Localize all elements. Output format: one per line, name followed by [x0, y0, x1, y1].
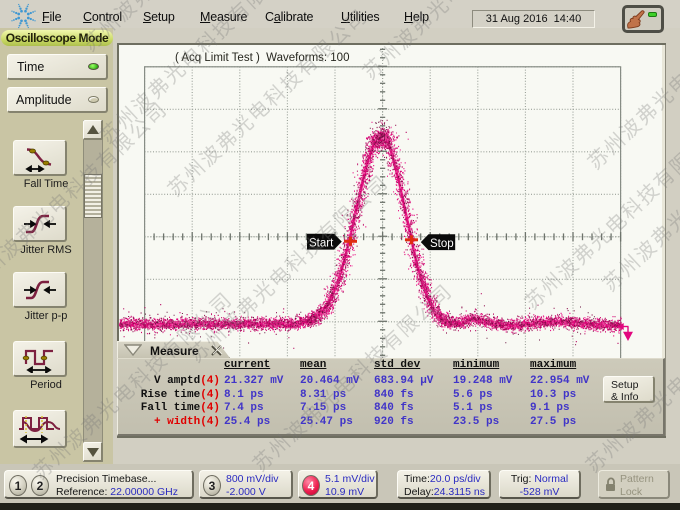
- svg-text:Start: Start: [309, 237, 334, 249]
- svg-text:Stop: Stop: [430, 238, 454, 250]
